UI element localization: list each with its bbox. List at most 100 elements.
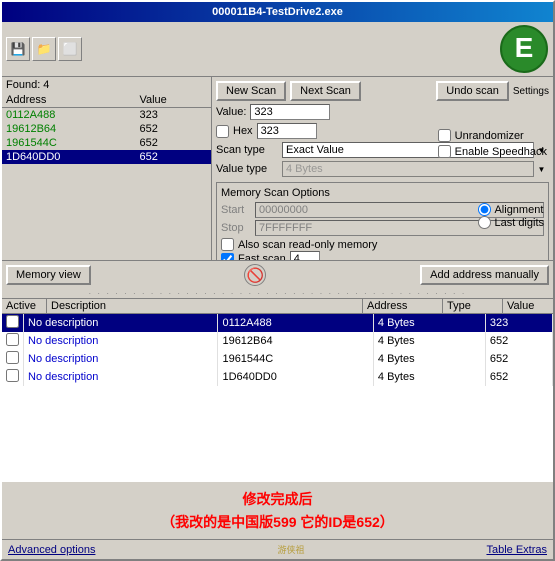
active-cell bbox=[2, 350, 24, 368]
type-cell: 4 Bytes bbox=[373, 314, 485, 332]
address-header: Address bbox=[363, 299, 443, 313]
stop-label: Stop bbox=[221, 222, 251, 234]
fast-scan-checkbox[interactable] bbox=[221, 253, 234, 261]
results-table-row[interactable]: No description 1961544C 4 Bytes 652 bbox=[2, 350, 553, 368]
value-col-header: Value bbox=[135, 93, 211, 108]
open-button[interactable]: 📁 bbox=[32, 37, 56, 61]
left-panel: Found: 4 Address Value 0112A488 323 1961… bbox=[2, 77, 212, 260]
chinese-annotation: 修改完成后 （我改的是中国版599 它的ID是652） bbox=[2, 482, 553, 539]
value-result-cell: 323 bbox=[485, 314, 552, 332]
results-table-row[interactable]: No description 1D640DD0 4 Bytes 652 bbox=[2, 368, 553, 386]
description-cell: No description bbox=[24, 368, 218, 386]
chinese-line1: 修改完成后 bbox=[12, 488, 543, 510]
window-title: 000011B4-TestDrive2.exe bbox=[212, 6, 343, 18]
new-scan-button[interactable]: New Scan bbox=[216, 81, 286, 101]
value-cell: 652 bbox=[135, 150, 211, 164]
last-digits-label: Last digits bbox=[494, 217, 544, 229]
fast-scan-row: Fast scan bbox=[221, 251, 544, 260]
advanced-options-link[interactable]: Advanced options bbox=[8, 544, 95, 556]
memory-scan-options: Memory Scan Options Start Stop Also scan… bbox=[216, 182, 549, 260]
speedhack-label: Enable Speedhack bbox=[455, 146, 547, 158]
unrandomizer-checkbox[interactable] bbox=[438, 129, 451, 142]
description-cell: No description bbox=[24, 314, 218, 332]
add-address-button[interactable]: Add address manually bbox=[420, 265, 549, 285]
alignment-group: Alignment Last digits bbox=[478, 203, 544, 229]
svg-text:E: E bbox=[515, 32, 534, 63]
results-area: Active Description Address Type Value No… bbox=[2, 298, 553, 482]
settings-link[interactable]: Settings bbox=[513, 86, 549, 97]
memory-view-button[interactable]: Memory view bbox=[6, 265, 91, 285]
save-button[interactable]: 💾 bbox=[6, 37, 30, 61]
memory-scan-title: Memory Scan Options bbox=[221, 187, 544, 199]
type-header: Type bbox=[443, 299, 503, 313]
last-digits-radio[interactable] bbox=[478, 216, 491, 229]
address-table-row[interactable]: 0112A488 323 bbox=[2, 108, 211, 123]
value-result-cell: 652 bbox=[485, 350, 552, 368]
value-result-cell: 652 bbox=[485, 368, 552, 386]
address-table-row[interactable]: 1D640DD0 652 bbox=[2, 150, 211, 164]
description-cell: No description bbox=[24, 350, 218, 368]
alignment-radio-row: Alignment bbox=[478, 203, 544, 216]
also-scan-row: Also scan read-only memory bbox=[221, 238, 544, 251]
active-cell bbox=[2, 368, 24, 386]
title-bar: 000011B4-TestDrive2.exe bbox=[2, 2, 553, 22]
bottom-buttons: Memory view 🚫 Add address manually bbox=[2, 260, 553, 289]
address-result-cell: 1D640DD0 bbox=[218, 368, 373, 386]
unrandomizer-label: Unrandomizer bbox=[455, 130, 524, 142]
results-table-row[interactable]: No description 0112A488 4 Bytes 323 bbox=[2, 314, 553, 332]
type-cell: 4 Bytes bbox=[373, 350, 485, 368]
value-header: Value bbox=[503, 299, 553, 313]
center-icons: 🚫 bbox=[244, 264, 266, 286]
description-cell: No description bbox=[24, 332, 218, 350]
active-header: Active bbox=[2, 299, 47, 313]
address-result-cell: 1961544C bbox=[218, 350, 373, 368]
address-result-cell: 0112A488 bbox=[218, 314, 373, 332]
address-cell: 1961544C bbox=[2, 136, 135, 150]
active-cell bbox=[2, 314, 24, 332]
address-table-row[interactable]: 1961544C 652 bbox=[2, 136, 211, 150]
status-bar: Advanced options 游侠祖 Table Extras bbox=[2, 539, 553, 559]
address-col-header: Address bbox=[2, 93, 135, 108]
undo-scan-button[interactable]: Undo scan bbox=[436, 81, 509, 101]
active-checkbox[interactable] bbox=[6, 315, 19, 328]
description-header: Description bbox=[47, 299, 363, 313]
value-type-combo-wrapper: 4 Bytes ▼ bbox=[282, 161, 549, 177]
type-cell: 4 Bytes bbox=[373, 368, 485, 386]
active-checkbox[interactable] bbox=[6, 351, 19, 364]
fast-scan-input[interactable] bbox=[290, 251, 320, 260]
active-checkbox[interactable] bbox=[6, 369, 19, 382]
address-cell: 0112A488 bbox=[2, 108, 135, 123]
active-cell bbox=[2, 332, 24, 350]
right-checkboxes: Unrandomizer Enable Speedhack bbox=[438, 129, 547, 158]
main-window: 000011B4-TestDrive2.exe 💾 📁 ⬜ E Found: 4… bbox=[0, 0, 555, 561]
results-header: Active Description Address Type Value bbox=[2, 299, 553, 314]
value-label: Value: bbox=[216, 106, 246, 118]
results-table-row[interactable]: No description 19612B64 4 Bytes 652 bbox=[2, 332, 553, 350]
value-input[interactable] bbox=[250, 104, 330, 120]
cheat-engine-logo: E bbox=[499, 24, 549, 74]
fast-scan-label: Fast scan bbox=[238, 253, 286, 260]
value-type-row: Value type 4 Bytes ▼ bbox=[216, 161, 549, 177]
address-result-cell: 19612B64 bbox=[218, 332, 373, 350]
address-table-row[interactable]: 19612B64 652 bbox=[2, 122, 211, 136]
chinese-line2: （我改的是中国版599 它的ID是652） bbox=[12, 511, 543, 533]
watermark: 游侠祖 bbox=[277, 543, 304, 556]
value-type-select[interactable]: 4 Bytes bbox=[282, 161, 549, 177]
speedhack-row: Enable Speedhack bbox=[438, 145, 547, 158]
hex-input[interactable] bbox=[257, 123, 317, 139]
table-extras-link[interactable]: Table Extras bbox=[486, 544, 547, 556]
toolbar: 💾 📁 ⬜ E bbox=[2, 22, 553, 77]
active-checkbox[interactable] bbox=[6, 333, 19, 346]
new-button[interactable]: ⬜ bbox=[58, 37, 82, 61]
hex-label: Hex bbox=[233, 125, 253, 137]
unrandomizer-row: Unrandomizer bbox=[438, 129, 547, 142]
scan-type-label: Scan type bbox=[216, 144, 278, 156]
stop-icon[interactable]: 🚫 bbox=[244, 264, 266, 286]
next-scan-button[interactable]: Next Scan bbox=[290, 81, 361, 101]
hex-checkbox[interactable] bbox=[216, 125, 229, 138]
alignment-radio[interactable] bbox=[478, 203, 491, 216]
speedhack-checkbox[interactable] bbox=[438, 145, 451, 158]
value-result-cell: 652 bbox=[485, 332, 552, 350]
main-area: Found: 4 Address Value 0112A488 323 1961… bbox=[2, 77, 553, 260]
also-scan-checkbox[interactable] bbox=[221, 238, 234, 251]
